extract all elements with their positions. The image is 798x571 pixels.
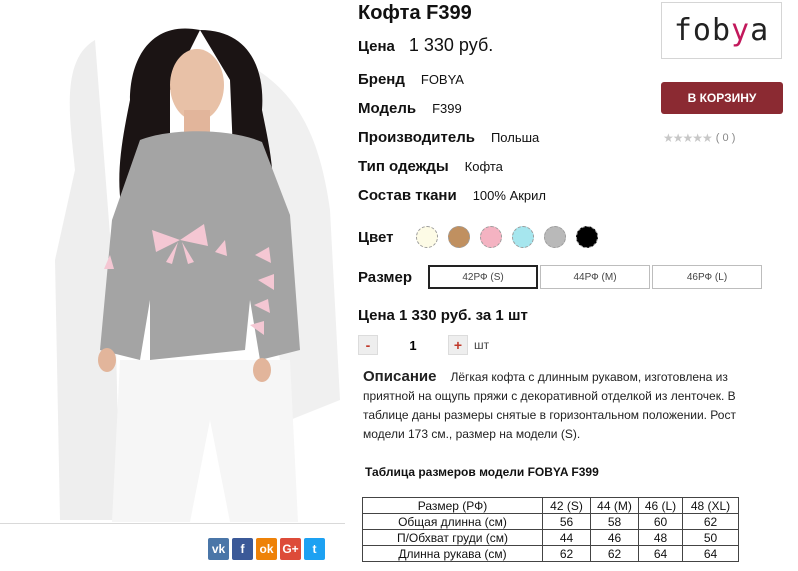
size-table-title: Таблица размеров модели FOBYA F399 (365, 465, 599, 479)
spec-clothing-type: Тип одежды Кофта (358, 158, 503, 175)
table-cell: П/Обхват груди (см) (362, 529, 543, 546)
quantity-minus-button[interactable]: - (358, 335, 378, 355)
spec-fabric: Состав ткани 100% Акрил (358, 187, 546, 204)
spec-model: Модель F399 (358, 100, 462, 117)
product-title: Кофта F399 (358, 2, 472, 24)
rating-count: ( 0 ) (715, 132, 736, 144)
table-header-cell: 42 (S) (542, 497, 591, 514)
table-cell: 62 (682, 513, 739, 530)
table-header-row: Размер (РФ) 42 (S) 44 (M) 46 (L) 48 (XL) (362, 497, 739, 514)
logo-text-part: a (750, 13, 770, 48)
color-swatch-light-blue[interactable] (512, 226, 535, 248)
logo-text-part: fob (673, 13, 732, 48)
price-line: Цена 1 330 руб. (358, 35, 493, 56)
table-cell: 58 (590, 513, 639, 530)
quantity-input[interactable] (378, 335, 448, 355)
price-value: 1 330 руб. (408, 35, 494, 55)
brand-logo[interactable]: fob y a (661, 2, 782, 59)
color-swatch-grey[interactable] (544, 226, 567, 248)
vk-icon[interactable]: vk (208, 538, 229, 560)
table-cell: 62 (590, 545, 639, 562)
twitter-icon[interactable]: t (304, 538, 325, 560)
logo-text-accent: y (731, 13, 751, 48)
color-swatch-cream[interactable] (416, 226, 439, 248)
table-header-cell: 48 (XL) (682, 497, 739, 514)
color-swatch-black[interactable] (576, 226, 599, 248)
facebook-icon[interactable]: f (232, 538, 253, 560)
rating: ★★★★★ ( 0 ) (663, 131, 735, 145)
color-swatch-pink[interactable] (480, 226, 503, 248)
price-per-unit: Цена 1 330 руб. за 1 шт (358, 307, 528, 324)
size-selector: Размер 42РФ (S) 44РФ (M) 46РФ (L) (358, 265, 764, 289)
size-label: Размер (358, 268, 413, 286)
spec-value: F399 (432, 101, 462, 116)
table-cell: 64 (682, 545, 739, 562)
table-cell: 44 (542, 529, 591, 546)
color-selector: Цвет (358, 226, 608, 248)
table-cell: 62 (542, 545, 591, 562)
add-to-cart-button[interactable]: В КОРЗИНУ (661, 82, 783, 114)
table-cell: 56 (542, 513, 591, 530)
spec-label: Тип одежды (358, 158, 449, 175)
spec-value: Польша (490, 130, 540, 145)
table-row: Длинна рукава (см) 62 62 64 64 (362, 545, 739, 562)
spec-label: Модель (358, 100, 417, 117)
table-cell: 60 (638, 513, 683, 530)
table-row: П/Обхват груди (см) 44 46 48 50 (362, 529, 739, 546)
spec-label: Производитель (358, 129, 475, 146)
product-photo[interactable] (0, 0, 345, 522)
color-swatch-camel[interactable] (448, 226, 471, 248)
description-heading: Описание (363, 368, 437, 385)
quantity-unit: шт (474, 338, 490, 352)
table-header-cell: 44 (M) (590, 497, 639, 514)
table-header-cell: 46 (L) (638, 497, 683, 514)
table-row: Общая длинна (см) 56 58 60 62 (362, 513, 739, 530)
table-cell: 48 (638, 529, 683, 546)
odnoklassniki-icon[interactable]: ok (256, 538, 277, 560)
photo-divider (0, 523, 345, 524)
quantity-plus-button[interactable]: + (448, 335, 468, 355)
size-option[interactable]: 44РФ (M) (540, 265, 651, 289)
table-cell: Общая длинна (см) (362, 513, 543, 530)
google-plus-icon[interactable]: G+ (280, 538, 301, 560)
size-option[interactable]: 46РФ (L) (652, 265, 763, 289)
table-header-cell: Размер (РФ) (362, 497, 543, 514)
spec-value: FOBYA (420, 72, 464, 87)
quantity-stepper: - + шт (358, 335, 489, 355)
color-label: Цвет (358, 228, 394, 246)
table-cell: Длинна рукава (см) (362, 545, 543, 562)
share-buttons: vk f ok G+ t (208, 538, 325, 560)
price-label: Цена (358, 38, 395, 55)
spec-value: 100% Акрил (472, 188, 546, 203)
product-description: Описание Лёгкая кофта с длинным рукавом, … (363, 367, 775, 444)
model-illustration (55, 28, 340, 522)
spec-label: Состав ткани (358, 187, 457, 204)
table-cell: 50 (682, 529, 739, 546)
size-table: Размер (РФ) 42 (S) 44 (M) 46 (L) 48 (XL)… (362, 497, 739, 562)
spec-brand: Бренд FOBYA (358, 71, 464, 88)
spec-value: Кофта (464, 159, 503, 174)
table-cell: 64 (638, 545, 683, 562)
table-cell: 46 (590, 529, 639, 546)
size-option[interactable]: 42РФ (S) (428, 265, 539, 289)
spec-manufacturer: Производитель Польша (358, 129, 539, 146)
rating-stars-icon[interactable]: ★★★★★ (663, 131, 713, 145)
spec-label: Бренд (358, 71, 405, 88)
